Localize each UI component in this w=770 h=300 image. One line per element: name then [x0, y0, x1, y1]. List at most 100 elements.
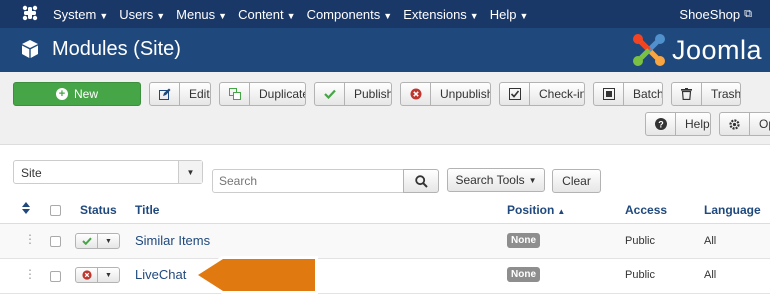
batch-button[interactable]: Batch: [593, 82, 663, 106]
column-access[interactable]: Access: [625, 203, 667, 217]
clear-label: Clear: [562, 174, 591, 188]
client-select[interactable]: Site ▼: [13, 160, 203, 184]
options-button[interactable]: Options: [719, 112, 770, 136]
question-icon: ?: [646, 113, 676, 135]
caret-down-icon: ▼: [383, 10, 393, 21]
joomla-logo-icon[interactable]: [22, 5, 38, 21]
published-check-icon[interactable]: [76, 234, 98, 248]
site-link[interactable]: ShoeShop ⧉: [679, 0, 752, 28]
annotation-arrow: [194, 256, 318, 294]
module-title-link[interactable]: Similar Items: [135, 233, 210, 248]
caret-down-icon: ▼: [218, 10, 228, 21]
batch-icon: [594, 83, 624, 105]
top-navbar: System ▼ Users ▼ Menus ▼ Content ▼ Component…: [0, 0, 770, 28]
row-checkbox[interactable]: [50, 271, 61, 282]
checkbox-icon: [500, 83, 530, 105]
menu-label: Content: [238, 6, 284, 22]
search-button[interactable]: [403, 169, 439, 193]
module-title-link[interactable]: LiveChat: [135, 267, 186, 282]
joomla-wordmark: Joomla: [672, 34, 763, 65]
toolbar: + New Edit Duplicate Publish Unpublish C…: [0, 72, 770, 145]
search-icon: [414, 174, 428, 188]
unpublished-icon[interactable]: [76, 268, 98, 282]
edit-button[interactable]: Edit: [149, 82, 211, 106]
gear-icon: [720, 113, 750, 135]
svg-text:?: ?: [658, 119, 664, 129]
page-title: Modules (Site): [52, 38, 181, 60]
column-title[interactable]: Title: [135, 203, 159, 217]
access-cell: Public: [625, 235, 655, 247]
menu-label: Extensions: [403, 6, 467, 22]
sort-ordering-icon[interactable]: [22, 202, 30, 217]
menu-extensions[interactable]: Extensions ▼: [403, 7, 479, 22]
select-all-checkbox[interactable]: [50, 205, 61, 216]
menu-label: Menus: [176, 6, 216, 22]
column-position-label: Position: [507, 203, 555, 217]
duplicate-label: Duplicate: [259, 87, 306, 101]
search-input[interactable]: [212, 169, 404, 193]
duplicate-button[interactable]: Duplicate: [219, 82, 306, 106]
unpublish-button[interactable]: Unpublish: [400, 82, 491, 106]
caret-down-icon: ▼: [469, 10, 479, 21]
menu-system[interactable]: System ▼: [53, 7, 108, 22]
position-badge: None: [507, 233, 540, 248]
status-toggle[interactable]: ▼: [75, 267, 120, 283]
table-header: Status Title Position ▲ Access Language: [0, 197, 770, 224]
trash-button[interactable]: Trash: [671, 82, 741, 106]
language-cell: All: [704, 269, 717, 281]
drag-handle-icon[interactable]: ⋮: [24, 268, 36, 280]
cube-icon: [22, 40, 38, 58]
caret-down-icon: ▼: [519, 10, 529, 21]
column-status[interactable]: Status: [80, 203, 117, 217]
batch-label: Batch: [633, 87, 663, 101]
client-select-value: Site: [21, 166, 42, 180]
column-language[interactable]: Language: [704, 203, 761, 217]
copy-icon: [220, 83, 250, 105]
menu-label: Users: [119, 6, 154, 22]
drag-handle-icon[interactable]: ⋮: [24, 233, 36, 245]
caret-down-icon: ▼: [528, 175, 537, 185]
unpublish-icon: [401, 83, 431, 105]
options-label: Options: [759, 117, 770, 131]
check-icon: [315, 83, 345, 105]
search-tools-button[interactable]: Search Tools ▼: [447, 168, 545, 192]
table-row: ⋮ ▼ Similar Items None Public All: [0, 224, 770, 259]
checkin-label: Check-in: [539, 87, 585, 101]
caret-down-icon: ▼: [156, 10, 166, 21]
site-name: ShoeShop: [679, 6, 741, 22]
row-checkbox[interactable]: [50, 236, 61, 247]
publish-label: Publish: [354, 87, 392, 101]
trash-label: Trash: [711, 87, 741, 101]
trash-icon: [672, 83, 702, 105]
joomla-brand: Joomla: [632, 33, 762, 67]
clear-button[interactable]: Clear: [552, 169, 601, 193]
publish-button[interactable]: Publish: [314, 82, 392, 106]
menu-label: System: [53, 6, 97, 22]
caret-down-icon[interactable]: ▼: [98, 268, 119, 282]
status-toggle[interactable]: ▼: [75, 233, 120, 249]
main-menu: System ▼ Users ▼ Menus ▼ Content ▼ Component…: [53, 0, 539, 28]
new-button[interactable]: + New: [13, 82, 141, 106]
position-badge: None: [507, 267, 540, 282]
menu-components[interactable]: Components ▼: [307, 7, 393, 22]
column-position[interactable]: Position ▲: [507, 203, 565, 217]
plus-circle-icon: +: [55, 88, 68, 100]
menu-content[interactable]: Content ▼: [238, 7, 295, 22]
unpublish-label: Unpublish: [440, 87, 491, 101]
help-button[interactable]: ? Help: [645, 112, 711, 136]
help-label: Help: [685, 117, 710, 131]
menu-menus[interactable]: Menus ▼: [176, 7, 227, 22]
menu-users[interactable]: Users ▼: [119, 7, 165, 22]
checkin-button[interactable]: Check-in: [499, 82, 585, 106]
chevron-down-icon: ▼: [178, 161, 202, 183]
edit-label: Edit: [189, 87, 210, 101]
language-cell: All: [704, 235, 717, 247]
caret-down-icon[interactable]: ▼: [98, 234, 119, 248]
table-row: ⋮ ▼ LiveChat None Public All: [0, 259, 770, 294]
menu-label: Help: [489, 6, 517, 22]
sort-asc-icon: ▲: [557, 207, 566, 216]
menu-label: Components: [306, 6, 381, 22]
external-link-icon: ⧉: [744, 7, 752, 20]
caret-down-icon: ▼: [286, 10, 296, 21]
menu-help[interactable]: Help ▼: [490, 7, 529, 22]
